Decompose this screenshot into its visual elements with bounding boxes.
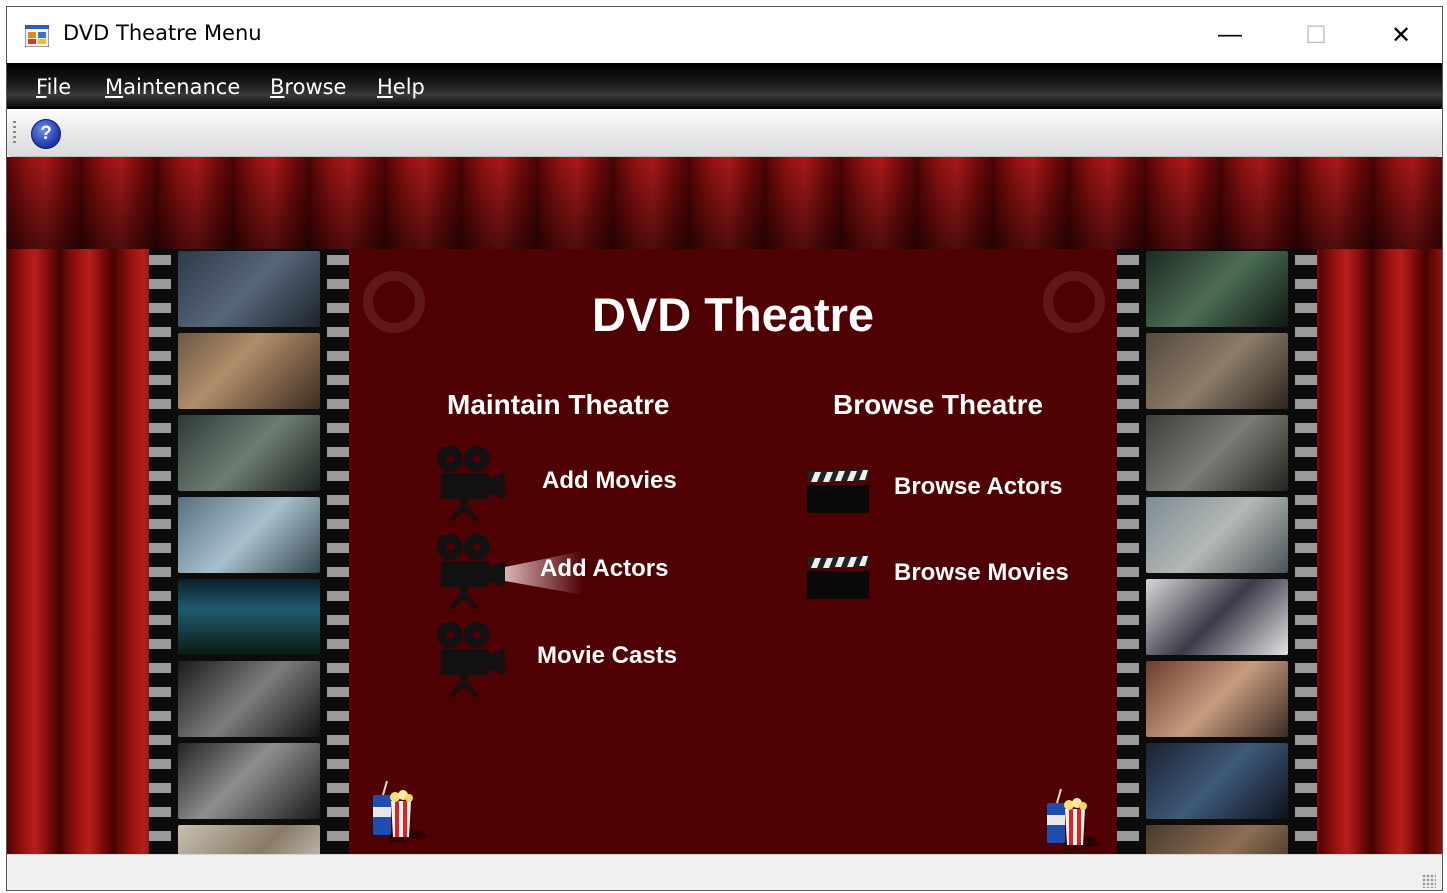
movie-casts-button[interactable]: Movie Casts <box>537 642 677 670</box>
film-sprockets <box>1295 249 1317 854</box>
curtain-right <box>1319 249 1442 854</box>
film-frame <box>1146 415 1288 491</box>
browse-actors-button[interactable]: Browse Actors <box>894 473 1063 501</box>
film-frame <box>178 579 320 655</box>
add-movies-button[interactable]: Add Movies <box>542 467 677 495</box>
page-title: DVD Theatre <box>591 288 875 341</box>
curtain-valance <box>7 157 1442 249</box>
film-frame <box>178 415 320 491</box>
film-frame <box>178 743 320 819</box>
app-window: DVD Theatre Menu — ☐ ✕ File Maintenance … <box>6 6 1443 891</box>
menu-maintenance[interactable]: Maintenance <box>105 75 240 99</box>
film-frame <box>178 825 320 854</box>
popcorn-drink-icon <box>373 780 427 843</box>
clapperboard-icon[interactable] <box>805 555 871 601</box>
title-bar: DVD Theatre Menu — ☐ ✕ <box>7 7 1442 63</box>
film-frame <box>178 661 320 737</box>
menu-bar: File Maintenance Browse Help <box>7 63 1442 109</box>
movie-camera-icon[interactable] <box>433 445 509 523</box>
film-frame <box>1146 661 1288 737</box>
film-frame <box>1146 251 1288 327</box>
menu-file[interactable]: File <box>36 75 71 99</box>
filmstrip-left <box>149 249 349 854</box>
window-title: DVD Theatre Menu <box>63 21 262 45</box>
film-frame <box>1146 825 1288 854</box>
maximize-button[interactable]: ☐ <box>1273 7 1359 63</box>
resize-grip[interactable] <box>1422 874 1436 888</box>
film-frame <box>178 251 320 327</box>
filmstrip-right <box>1117 249 1317 854</box>
film-frame <box>178 497 320 573</box>
film-frame <box>1146 497 1288 573</box>
film-frame <box>1146 579 1288 655</box>
app-icon <box>25 25 49 47</box>
minimize-button[interactable]: — <box>1187 7 1273 63</box>
browse-movies-button[interactable]: Browse Movies <box>894 559 1069 587</box>
film-frame <box>178 333 320 409</box>
film-frame <box>1146 743 1288 819</box>
film-sprockets <box>327 249 349 854</box>
theatre-stage: DVD Theatre Maintain Theatre Browse Thea… <box>7 157 1442 854</box>
menu-help[interactable]: Help <box>377 75 425 99</box>
movie-camera-icon[interactable] <box>433 621 509 699</box>
film-sprockets <box>149 249 171 854</box>
status-bar <box>7 854 1442 890</box>
toolbar-grip[interactable] <box>13 121 16 145</box>
browse-theatre-heading: Browse Theatre <box>833 389 1044 420</box>
popcorn-drink-icon <box>1047 788 1101 851</box>
toolbar: ? <box>7 109 1442 157</box>
menu-panel: DVD Theatre Maintain Theatre Browse Thea… <box>349 249 1117 854</box>
close-button[interactable]: ✕ <box>1358 7 1442 63</box>
add-actors-button[interactable]: Add Actors <box>540 555 668 583</box>
maintain-theatre-heading: Maintain Theatre <box>447 389 670 420</box>
help-icon[interactable]: ? <box>31 119 61 149</box>
menu-browse[interactable]: Browse <box>270 75 346 99</box>
clapperboard-icon[interactable] <box>805 469 871 515</box>
film-sprockets <box>1117 249 1139 854</box>
curtain-left <box>7 249 149 854</box>
film-frame <box>1146 333 1288 409</box>
